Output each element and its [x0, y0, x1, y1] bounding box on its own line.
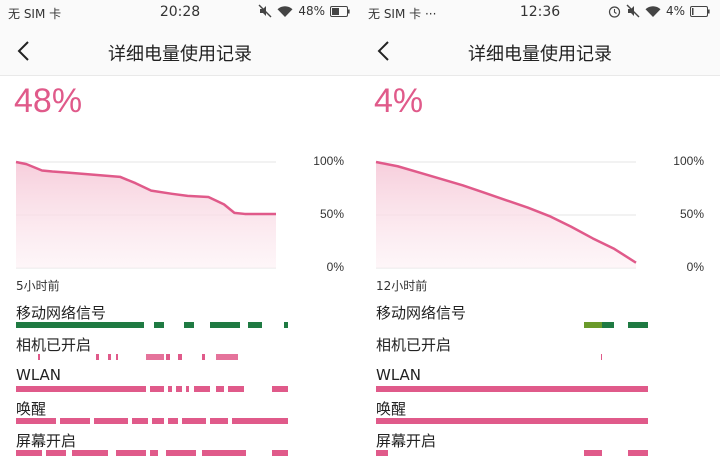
wlan-track: [376, 386, 648, 392]
app-header: 详细电量使用记录: [0, 26, 360, 76]
alarm-icon: [608, 5, 621, 18]
mobile-signal-label: 移动网络信号: [16, 304, 107, 322]
screen-on-track: [376, 450, 648, 456]
battery-area: [16, 162, 276, 268]
status-bar: 无 SIM 卡 ··· 12:36 4%: [360, 0, 720, 26]
y-tick-label: 100%: [673, 154, 704, 168]
battery-chart: [15, 160, 276, 269]
battery-icon: [690, 5, 710, 17]
battery-percent-text: 48%: [298, 4, 325, 18]
wlan-label: WLAN: [16, 366, 62, 384]
camera-on-label: 相机已开启: [376, 336, 452, 354]
wifi-icon: [645, 5, 661, 17]
y-tick-label: 0%: [326, 260, 344, 274]
camera-track: [601, 354, 602, 360]
battery-level: 4%: [374, 82, 424, 120]
page-title: 详细电量使用记录: [108, 44, 252, 65]
left-screenshot: 无 SIM 卡 20:28 48% 详细电量使用记录 48% 100% 50% …: [0, 0, 360, 476]
mobile-signal-track: [16, 322, 288, 328]
mute-icon: [626, 4, 640, 18]
wakeup-label: 唤醒: [16, 400, 47, 418]
wakeup-track: [16, 418, 288, 424]
right-screenshot: 无 SIM 卡 ··· 12:36 4% 详细电量使用记录 4% 100% 50…: [360, 0, 720, 476]
battery-level: 48%: [14, 82, 83, 120]
mute-icon: [258, 4, 272, 18]
wakeup-track: [376, 418, 648, 424]
status-bar: 无 SIM 卡 20:28 48%: [0, 0, 360, 26]
page-title: 详细电量使用记录: [468, 44, 612, 65]
camera-track: [38, 354, 238, 360]
mobile-signal-track: [584, 322, 648, 328]
battery-icon: [330, 5, 350, 17]
screen-on-label: 屏幕开启: [16, 432, 77, 450]
camera-on-label: 相机已开启: [16, 336, 92, 354]
y-tick-label: 0%: [686, 260, 704, 274]
y-tick-label: 50%: [679, 207, 704, 221]
screen-on-label: 屏幕开启: [376, 432, 437, 450]
screen-on-track: [16, 450, 288, 456]
wakeup-label: 唤醒: [376, 400, 407, 418]
y-tick-label: 100%: [313, 154, 344, 168]
y-tick-label: 50%: [319, 207, 344, 221]
wlan-label: WLAN: [376, 366, 422, 384]
app-header: 详细电量使用记录: [360, 26, 720, 76]
wlan-track: [16, 386, 288, 392]
x-start-label: 5小时前: [16, 279, 60, 293]
battery-percent-text: 4%: [665, 4, 685, 18]
wifi-icon: [277, 5, 293, 17]
mobile-signal-label: 移动网络信号: [376, 304, 467, 322]
x-start-label: 12小时前: [376, 279, 428, 293]
battery-chart: [375, 160, 637, 269]
